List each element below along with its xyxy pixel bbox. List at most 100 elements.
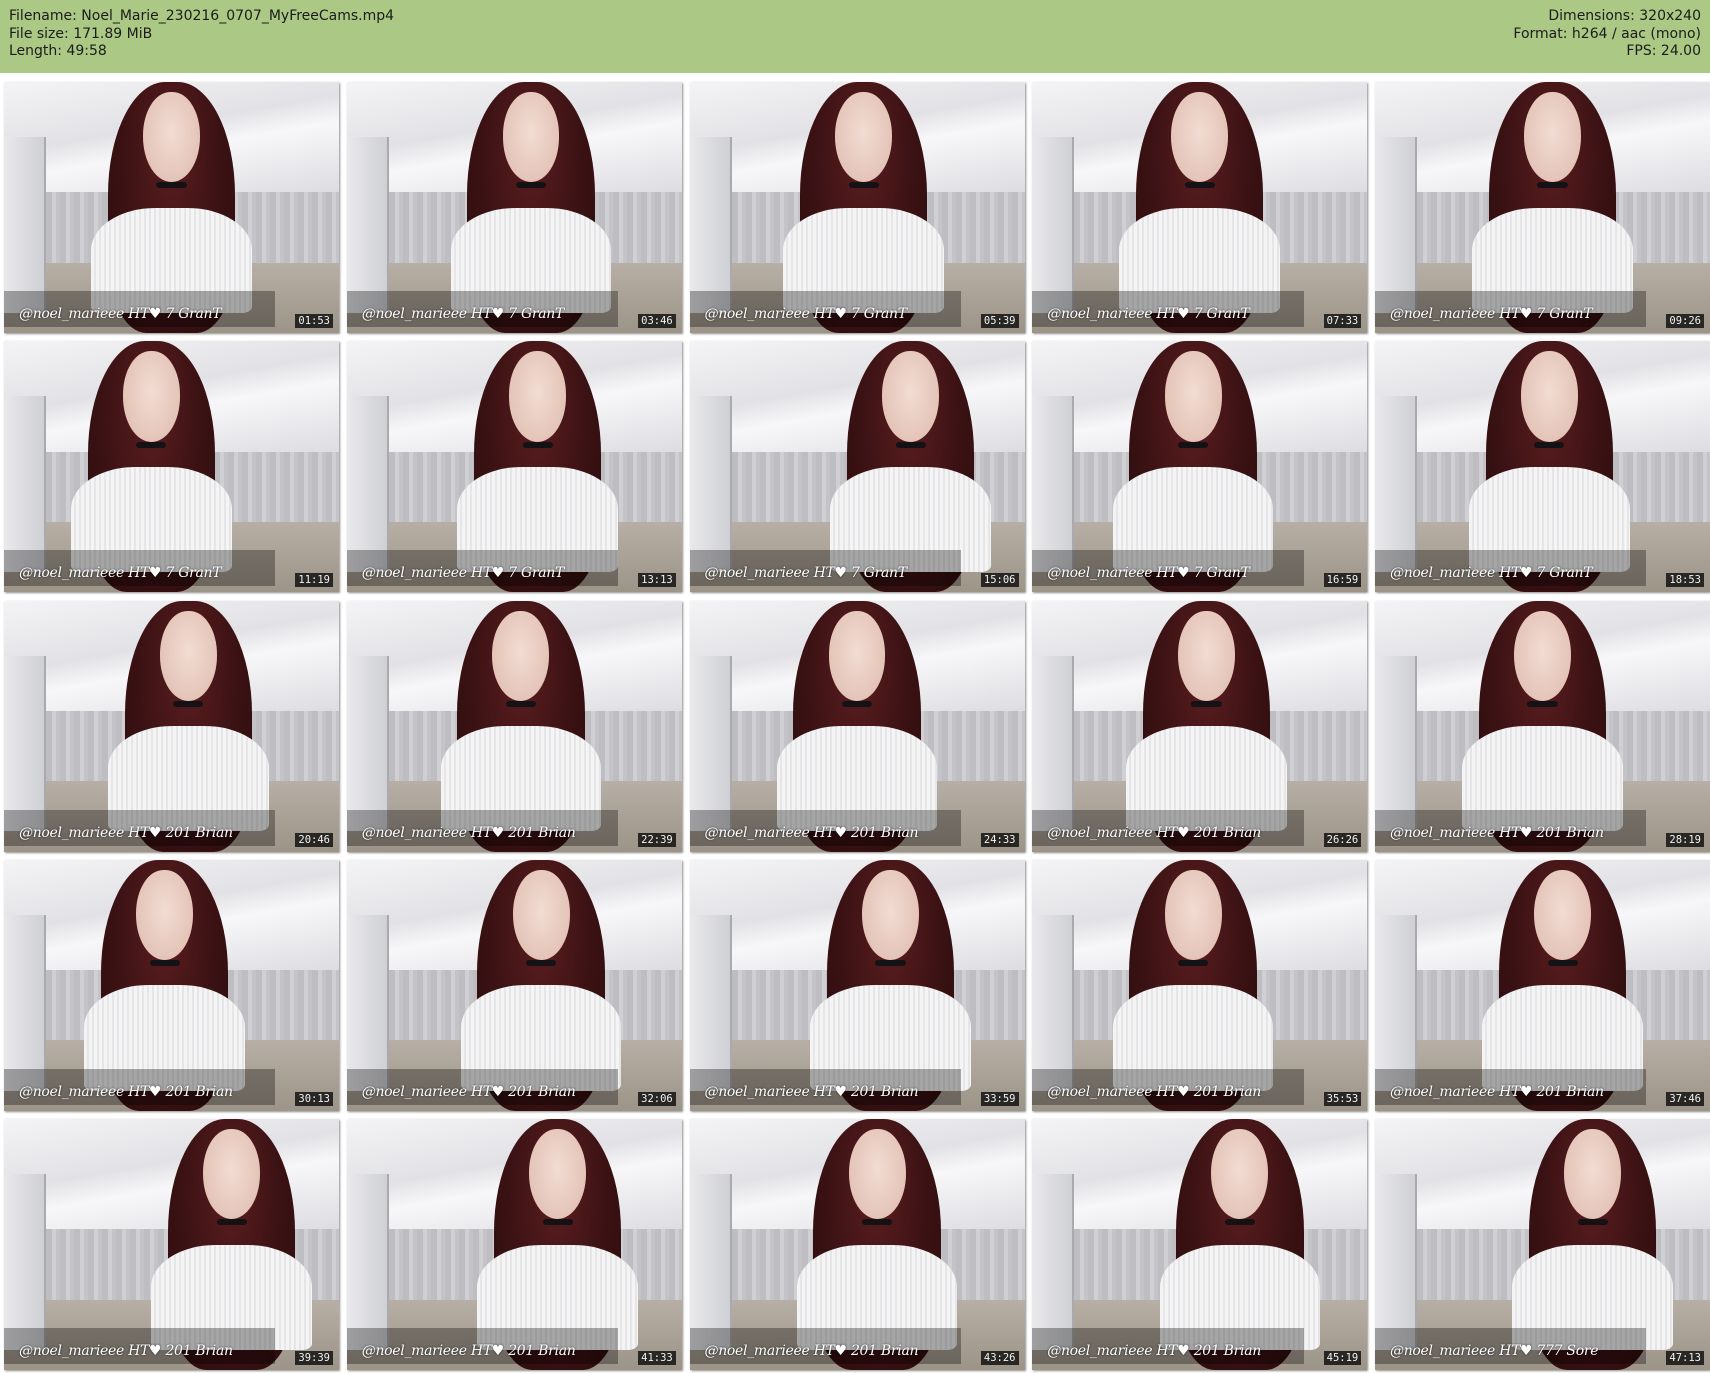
overlay-caption: @noel_marieee HT♥ 7 GranT — [704, 306, 908, 322]
overlay-caption: @noel_marieee HT♥ 201 Brian — [361, 824, 576, 841]
nightstand — [4, 914, 47, 1091]
overlay-caption: @noel_marieee HT♥ 201 Brian — [1390, 824, 1604, 841]
video-thumbnail[interactable]: @noel_marieee HT♥ 201 Brian 20:46 — [4, 600, 339, 852]
subject-face — [1164, 869, 1222, 961]
overlay-caption: @noel_marieee HT♥ 201 Brian — [1047, 824, 1261, 841]
timestamp-badge: 07:33 — [1323, 314, 1362, 328]
filename-label: Filename: Noel_Marie_230216_0707_MyFreeC… — [9, 8, 395, 24]
video-thumbnail[interactable]: @noel_marieee HT♥ 777 Sore 47:13 — [1375, 1119, 1710, 1370]
subject-choker — [1177, 441, 1209, 448]
video-thumbnail[interactable]: @noel_marieee HT♥ 7 GranT 01:53 — [4, 82, 339, 333]
nightstand — [4, 655, 47, 832]
timestamp-badge: 39:39 — [295, 1351, 333, 1365]
timestamp-badge: 20:46 — [295, 832, 333, 847]
video-thumbnail[interactable]: @noel_marieee HT♥ 201 Brian 39:39 — [4, 1119, 339, 1370]
overlay-caption: @noel_marieee HT♥ 201 Brian — [361, 1343, 576, 1359]
video-thumbnail[interactable]: @noel_marieee HT♥ 201 Brian 33:59 — [689, 859, 1025, 1111]
format-label: Format: h264 / aac (mono) — [1513, 25, 1701, 42]
subject-choker — [1547, 960, 1578, 967]
subject-face — [1520, 351, 1578, 442]
overlay-caption: @noel_marieee HT♥ 201 Brian — [704, 1083, 919, 1100]
timestamp-badge: 01:53 — [295, 314, 333, 328]
nightstand — [1375, 137, 1418, 313]
video-thumbnail[interactable]: @noel_marieee HT♥ 201 Brian 35:53 — [1032, 859, 1368, 1111]
subject-face — [143, 92, 200, 183]
subject-choker — [1534, 441, 1565, 448]
video-thumbnail[interactable]: @noel_marieee HT♥ 201 Brian 37:46 — [1375, 859, 1710, 1111]
filesize-label: File size: 171.89 MiB — [9, 25, 153, 42]
subject-choker — [136, 441, 167, 448]
subject-face — [828, 610, 886, 701]
nightstand — [689, 1174, 732, 1350]
video-thumbnail[interactable]: @noel_marieee HT♥ 7 GranT 09:26 — [1375, 82, 1710, 333]
subject-choker — [542, 1219, 573, 1226]
timestamp-badge: 30:13 — [295, 1091, 333, 1106]
subject-choker — [1527, 700, 1558, 707]
overlay-caption: @noel_marieee HT♥ 201 Brian — [19, 1343, 233, 1359]
subject-choker — [875, 960, 906, 967]
subject-choker — [149, 960, 180, 967]
nightstand — [1032, 655, 1075, 832]
subject-choker — [1177, 960, 1209, 967]
video-thumbnail[interactable]: @noel_marieee HT♥ 201 Brian 32:06 — [346, 859, 682, 1111]
video-thumbnail[interactable]: @noel_marieee HT♥ 201 Brian 22:39 — [346, 600, 682, 852]
video-thumbnail[interactable]: @noel_marieee HT♥ 201 Brian 24:33 — [689, 600, 1025, 852]
nightstand — [689, 396, 732, 573]
timestamp-badge: 24:33 — [980, 832, 1019, 847]
overlay-caption: @noel_marieee HT♥ 201 Brian — [1390, 1083, 1604, 1100]
timestamp-badge: 03:46 — [638, 314, 676, 328]
video-thumbnail[interactable]: @noel_marieee HT♥ 201 Brian 41:33 — [346, 1119, 682, 1370]
video-thumbnail[interactable]: @noel_marieee HT♥ 7 GranT 13:13 — [346, 341, 682, 593]
video-thumbnail[interactable]: @noel_marieee HT♥ 7 GranT 16:59 — [1032, 341, 1368, 593]
video-thumbnail[interactable]: @noel_marieee HT♥ 7 GranT 05:39 — [689, 82, 1025, 333]
overlay-caption: @noel_marieee HT♥ 7 GranT — [361, 565, 565, 582]
subject-face — [835, 92, 893, 183]
timestamp-badge: 37:46 — [1666, 1091, 1704, 1106]
subject-choker — [515, 182, 547, 189]
nightstand — [1032, 137, 1075, 313]
subject-choker — [895, 441, 926, 448]
overlay-caption: @noel_marieee HT♥ 201 Brian — [704, 1343, 919, 1359]
video-thumbnail[interactable]: @noel_marieee HT♥ 7 GranT 07:33 — [1032, 82, 1368, 333]
subject-choker — [156, 182, 187, 189]
nightstand — [346, 137, 389, 313]
video-thumbnail[interactable]: @noel_marieee HT♥ 201 Brian 43:26 — [689, 1119, 1025, 1370]
fps-label: FPS: 24.00 — [1626, 43, 1701, 59]
file-info-left: Filename: Noel_Marie_230216_0707_MyFreeC… — [9, 8, 394, 61]
nightstand — [689, 914, 732, 1091]
subject-face — [882, 351, 940, 442]
subject-choker — [848, 182, 879, 189]
subject-choker — [841, 700, 873, 707]
subject-face — [159, 610, 217, 701]
video-thumbnail[interactable]: @noel_marieee HT♥ 7 GranT 11:19 — [4, 341, 339, 593]
thumbnail-grid: @noel_marieee HT♥ 7 GranT 01:53 @noel_mari… — [4, 82, 1710, 1370]
video-thumbnail[interactable]: @noel_marieee HT♥ 201 Brian 28:19 — [1375, 600, 1710, 852]
video-thumbnail[interactable]: @noel_marieee HT♥ 7 GranT 18:53 — [1375, 341, 1710, 593]
timestamp-badge: 33:59 — [980, 1091, 1019, 1106]
nightstand — [1032, 1174, 1075, 1350]
subject-face — [1514, 610, 1571, 701]
subject-face — [1524, 92, 1581, 183]
video-thumbnail[interactable]: @noel_marieee HT♥ 201 Brian 45:19 — [1032, 1119, 1368, 1370]
timestamp-badge: 45:19 — [1323, 1351, 1362, 1365]
timestamp-badge: 05:39 — [980, 314, 1019, 328]
video-thumbnail[interactable]: @noel_marieee HT♥ 7 GranT 03:46 — [346, 82, 682, 333]
nightstand — [4, 1174, 47, 1350]
timestamp-badge: 16:59 — [1323, 573, 1362, 588]
video-thumbnail[interactable]: @noel_marieee HT♥ 201 Brian 30:13 — [4, 859, 339, 1111]
subject-face — [136, 869, 194, 961]
video-thumbnail[interactable]: @noel_marieee HT♥ 201 Brian 26:26 — [1032, 600, 1368, 852]
subject-choker — [1577, 1219, 1608, 1226]
nightstand — [4, 137, 47, 313]
video-thumbnail[interactable]: @noel_marieee HT♥ 7 GranT 15:06 — [689, 341, 1025, 593]
timestamp-badge: 09:26 — [1666, 314, 1704, 328]
subject-face — [862, 869, 919, 961]
file-info-right: Dimensions: 320x240 Format: h264 / aac (… — [1513, 8, 1701, 61]
subject-choker — [173, 700, 204, 707]
overlay-caption: @noel_marieee HT♥ 7 GranT — [361, 306, 565, 322]
nightstand — [346, 655, 389, 832]
subject-choker — [1537, 182, 1568, 189]
overlay-caption: @noel_marieee HT♥ 201 Brian — [361, 1083, 576, 1100]
overlay-caption: @noel_marieee HT♥ 201 Brian — [704, 824, 919, 841]
timestamp-badge: 41:33 — [638, 1351, 676, 1365]
